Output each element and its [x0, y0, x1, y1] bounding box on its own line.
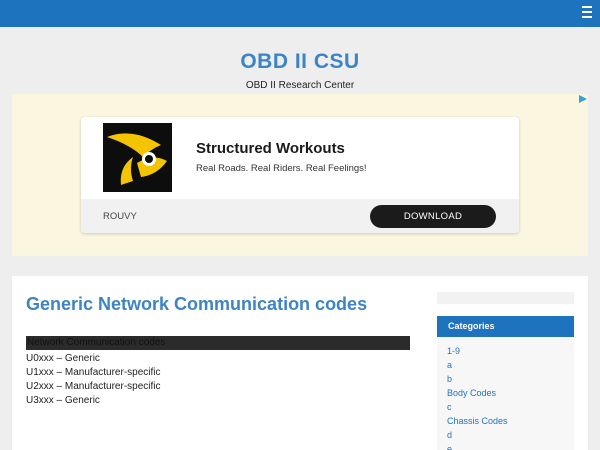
- category-link-chassis-codes[interactable]: Chassis Codes: [447, 416, 508, 426]
- site-title[interactable]: OBD II CSU: [0, 50, 600, 74]
- list-item: U1xxx – Manufacturer-specific: [26, 367, 161, 378]
- site-tagline: OBD II Research Center: [245, 80, 355, 91]
- list-item: U0xxx – Generic: [26, 353, 100, 364]
- ad-brand-name: ROUVY: [103, 211, 137, 222]
- code-list: U0xxx – Generic U1xxx – Manufacturer-spe…: [26, 352, 161, 408]
- sidebar-search-box[interactable]: [437, 292, 574, 304]
- ad-footer: ROUVY DOWNLOAD: [81, 199, 519, 233]
- advertisement-area: Structured Workouts Real Roads. Real Rid…: [12, 94, 588, 256]
- list-item: U3xxx – Generic: [26, 395, 100, 406]
- post-title: Generic Network Communication codes: [26, 294, 368, 314]
- category-link-a[interactable]: a: [447, 360, 452, 370]
- code-header-block: Network Communication codes: [26, 336, 410, 350]
- ad-subtext: Real Roads. Real Riders. Real Feelings!: [196, 163, 367, 174]
- category-link-d[interactable]: d: [447, 430, 452, 440]
- ad-headline[interactable]: Structured Workouts: [196, 140, 345, 157]
- hamburger-menu-icon[interactable]: [582, 6, 592, 18]
- category-link-e[interactable]: e: [447, 444, 452, 450]
- category-link-body-codes[interactable]: Body Codes: [447, 388, 496, 398]
- download-button[interactable]: DOWNLOAD: [370, 205, 496, 228]
- main-content: Generic Network Communication codes Netw…: [12, 276, 588, 450]
- category-link-1-9[interactable]: 1-9: [447, 346, 460, 356]
- categories-widget-title: Categories: [437, 316, 574, 337]
- adchoices-icon[interactable]: [579, 95, 587, 103]
- category-link-b[interactable]: b: [447, 374, 452, 384]
- category-link-c[interactable]: c: [447, 402, 452, 412]
- rouvy-logo-icon: [103, 123, 172, 192]
- list-item: U2xxx – Manufacturer-specific: [26, 381, 161, 392]
- categories-list: 1-9 a b Body Codes c Chassis Codes d e: [437, 337, 574, 450]
- ad-card[interactable]: Structured Workouts Real Roads. Real Rid…: [81, 117, 519, 233]
- top-navigation-bar: [0, 0, 600, 27]
